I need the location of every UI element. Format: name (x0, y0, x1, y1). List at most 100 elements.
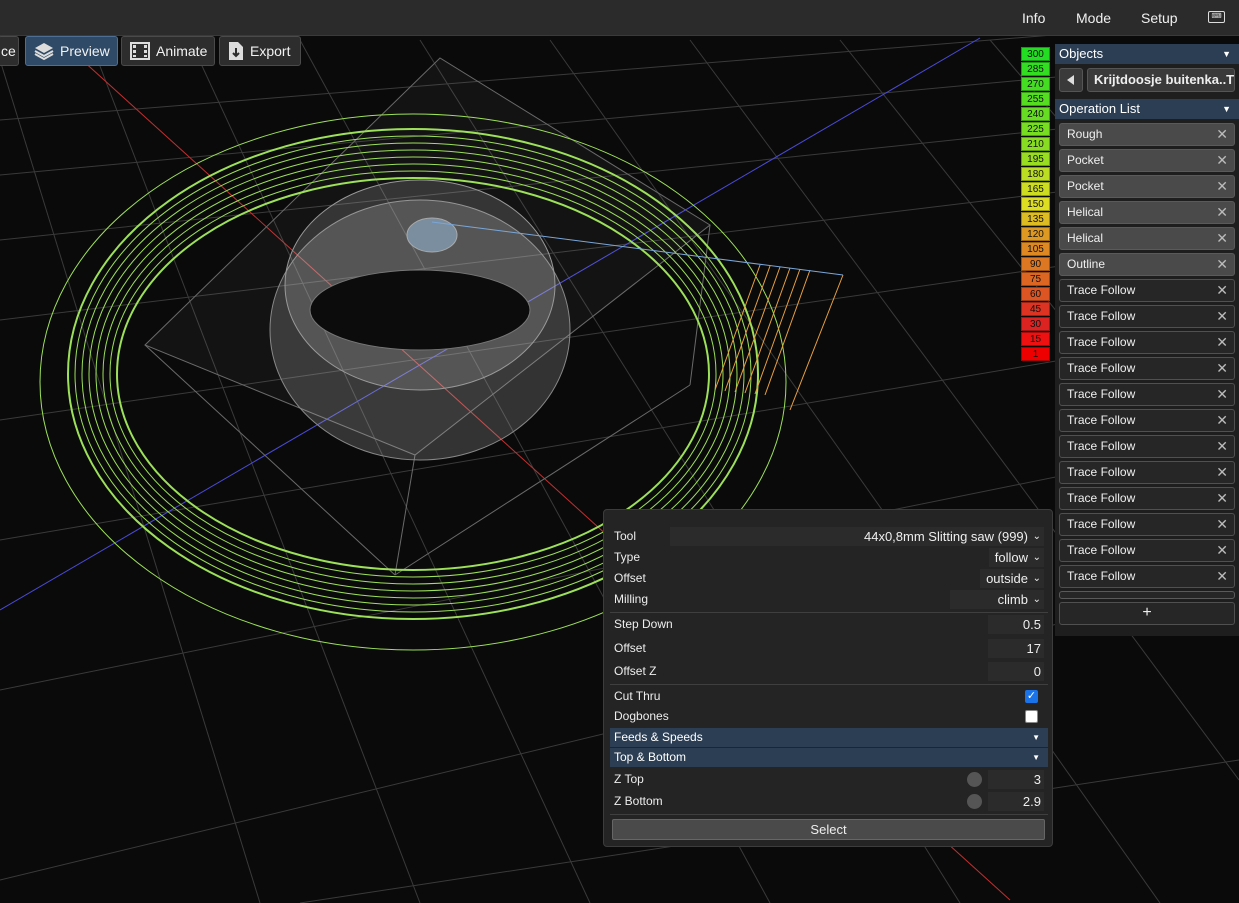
close-icon[interactable]: ✕ (1216, 228, 1228, 249)
operation-item[interactable]: Trace Follow ✕ (1059, 565, 1235, 588)
tool-select[interactable]: 44x0,8mm Slitting saw (999) ⌄ (670, 527, 1044, 546)
close-icon[interactable]: ✕ (1216, 150, 1228, 171)
z-bottom-label: Z Bottom (614, 794, 663, 808)
top-bottom-section[interactable]: Top & Bottom ▼ (610, 748, 1048, 767)
offset-label: Offset (614, 571, 646, 585)
object-row: Krijtdoosje buitenka..TL (1055, 64, 1239, 96)
mode-partial-button[interactable]: ce (0, 36, 19, 66)
offset-z-input[interactable]: 0 (988, 662, 1044, 681)
operation-item[interactable]: Trace Follow ✕ (1059, 487, 1235, 510)
z-bottom-input[interactable]: 2.9 (988, 792, 1044, 811)
select-button[interactable]: Select (612, 819, 1045, 840)
right-panel: Objects ▼ Krijtdoosje buitenka..TL Opera… (1055, 44, 1239, 636)
caret-down-icon: ▼ (1032, 733, 1040, 742)
operation-label: Helical (1067, 231, 1104, 245)
operation-label: Trace Follow (1067, 517, 1136, 531)
close-icon[interactable]: ✕ (1216, 280, 1228, 301)
operation-item[interactable]: Pocket ✕ (1059, 149, 1235, 172)
preview-button[interactable]: Preview (25, 36, 118, 66)
feeds-speeds-section[interactable]: Feeds & Speeds ▼ (610, 728, 1048, 747)
close-icon[interactable]: ✕ (1216, 254, 1228, 275)
operation-label: Pocket (1067, 153, 1104, 167)
milling-label: Milling (614, 592, 649, 606)
operation-item[interactable]: Helical ✕ (1059, 201, 1235, 224)
object-name[interactable]: Krijtdoosje buitenka..TL (1087, 68, 1235, 92)
operation-item[interactable]: Outline ✕ (1059, 253, 1235, 276)
operation-item[interactable]: Trace Follow ✕ (1059, 279, 1235, 302)
close-icon[interactable]: ✕ (1216, 514, 1228, 535)
offset-distance-input[interactable]: 17 (988, 639, 1044, 658)
objects-header-label: Objects (1059, 46, 1104, 61)
operation-item[interactable]: Trace Follow ✕ (1059, 409, 1235, 432)
operation-label: Trace Follow (1067, 439, 1136, 453)
close-icon[interactable]: ✕ (1216, 202, 1228, 223)
legend-item: 180 (1021, 167, 1050, 181)
operation-item[interactable]: Trace Follow ✕ (1059, 461, 1235, 484)
close-icon[interactable]: ✕ (1216, 358, 1228, 379)
keyboard-icon[interactable]: ⌨ (1208, 11, 1225, 23)
step-down-input[interactable]: 0.5 (988, 615, 1044, 634)
cut-thru-row: Cut Thru ✓ (610, 686, 1048, 707)
operation-item[interactable]: Trace Follow ✕ (1059, 331, 1235, 354)
operation-item[interactable]: Rough ✕ (1059, 123, 1235, 146)
offset-value: outside (986, 571, 1028, 586)
tool-value: 44x0,8mm Slitting saw (999) (863, 529, 1028, 544)
close-icon[interactable]: ✕ (1216, 436, 1228, 457)
operation-label: Trace Follow (1067, 283, 1136, 297)
close-icon[interactable]: ✕ (1216, 410, 1228, 431)
mode-menu[interactable]: Mode (1076, 0, 1111, 36)
type-select[interactable]: follow ⌄ (988, 548, 1044, 567)
operation-item[interactable]: Trace Follow ✕ (1059, 435, 1235, 458)
operation-item[interactable]: Trace Follow ✕ (1059, 539, 1235, 562)
z-top-pick-button[interactable] (967, 772, 982, 787)
dogbones-checkbox[interactable] (1025, 710, 1038, 723)
offset-z-row: Offset Z 0 (610, 661, 1048, 682)
offset-select[interactable]: outside ⌄ (980, 569, 1044, 588)
close-icon[interactable]: ✕ (1216, 566, 1228, 587)
operation-label: Outline (1067, 257, 1106, 271)
z-top-input[interactable]: 3 (988, 770, 1044, 789)
close-icon[interactable]: ✕ (1216, 540, 1228, 561)
export-button[interactable]: Export (219, 36, 301, 66)
operation-label: Trace Follow (1067, 543, 1136, 557)
cut-thru-checkbox[interactable]: ✓ (1025, 690, 1038, 703)
info-menu[interactable]: Info (1022, 0, 1045, 36)
chevron-down-icon: ⌄ (1032, 573, 1041, 584)
export-label: Export (250, 43, 291, 59)
dogbones-row: Dogbones (610, 706, 1048, 727)
operation-item[interactable]: Pocket ✕ (1059, 175, 1235, 198)
top-bottom-label: Top & Bottom (614, 750, 687, 764)
milling-select[interactable]: climb ⌄ (950, 590, 1044, 609)
offset-distance-row: Offset 17 (610, 638, 1048, 659)
type-label: Type (614, 550, 641, 564)
close-icon[interactable]: ✕ (1216, 384, 1228, 405)
previous-object-button[interactable] (1059, 68, 1083, 92)
operation-list-header[interactable]: Operation List ▼ (1055, 99, 1239, 119)
z-bottom-pick-button[interactable] (967, 794, 982, 809)
operation-item[interactable]: Trace Follow ✕ (1059, 513, 1235, 536)
layers-icon (34, 43, 54, 61)
close-icon[interactable]: ✕ (1216, 332, 1228, 353)
operation-item[interactable]: Trace Follow ✕ (1059, 305, 1235, 328)
animate-button[interactable]: Animate (121, 36, 215, 66)
operation-item[interactable]: Trace Follow ✕ (1059, 357, 1235, 380)
close-icon[interactable]: ✕ (1216, 462, 1228, 483)
operation-item[interactable]: Helical ✕ (1059, 227, 1235, 250)
operation-list-overflow (1059, 591, 1235, 599)
step-down-row: Step Down 0.5 (610, 614, 1048, 635)
operation-label: Trace Follow (1067, 569, 1136, 583)
objects-header[interactable]: Objects ▼ (1055, 44, 1239, 64)
close-icon[interactable]: ✕ (1216, 176, 1228, 197)
close-icon[interactable]: ✕ (1216, 306, 1228, 327)
animate-label: Animate (156, 43, 208, 59)
divider (610, 612, 1048, 613)
operation-item[interactable]: Trace Follow ✕ (1059, 383, 1235, 406)
close-icon[interactable]: ✕ (1216, 488, 1228, 509)
operation-label: Trace Follow (1067, 335, 1136, 349)
close-icon[interactable]: ✕ (1216, 124, 1228, 145)
preview-label: Preview (60, 43, 110, 59)
legend-item: 285 (1021, 62, 1050, 76)
add-operation-button[interactable]: + (1059, 602, 1235, 625)
setup-menu[interactable]: Setup (1141, 0, 1178, 36)
legend-item: 255 (1021, 92, 1050, 106)
